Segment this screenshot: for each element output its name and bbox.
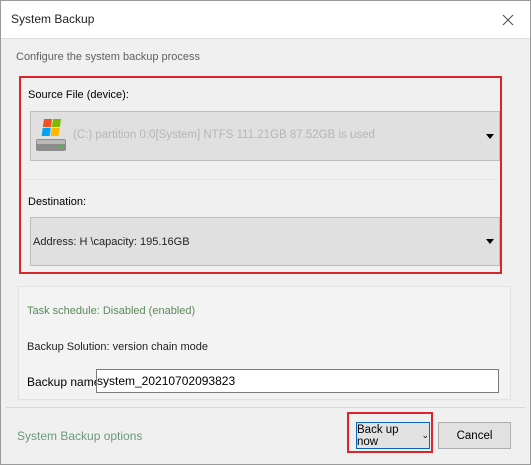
cancel-label: Cancel	[456, 429, 493, 442]
task-schedule-text[interactable]: Task schedule: Disabled (enabled)	[27, 305, 195, 317]
source-dropdown[interactable]: (C:) partition 0:0[System] NTFS 111.21GB…	[30, 111, 500, 161]
cancel-button[interactable]: Cancel	[438, 422, 511, 449]
source-label: Source File (device):	[28, 89, 129, 101]
destination-label: Destination:	[28, 196, 87, 208]
source-value: (C:) partition 0:0[System] NTFS 111.21GB…	[73, 129, 375, 141]
system-backup-options-link[interactable]: System Backup options	[17, 429, 142, 443]
destination-value: Address: H \capacity: 195.16GB	[33, 236, 190, 248]
backup-name-input[interactable]	[96, 369, 499, 393]
title-bar: System Backup	[1, 1, 530, 39]
close-button[interactable]	[495, 7, 521, 33]
backup-solution-text: Backup Solution: version chain mode	[27, 341, 208, 353]
chevron-down-icon: ⌄	[421, 430, 429, 440]
back-up-now-button[interactable]: Back up now ⌄	[356, 422, 430, 449]
system-drive-icon	[36, 119, 66, 151]
close-icon	[502, 14, 514, 26]
divider	[23, 179, 498, 180]
destination-dropdown[interactable]: Address: H \capacity: 195.16GB	[30, 217, 500, 266]
window-title: System Backup	[11, 12, 95, 26]
back-up-now-label: Back up now	[357, 423, 399, 448]
footer-divider	[6, 407, 525, 408]
dialog-subtitle: Configure the system backup process	[16, 51, 201, 63]
dropdown-arrow-icon	[486, 134, 494, 139]
system-backup-dialog: System Backup Configure the system backu…	[0, 0, 531, 465]
dropdown-arrow-icon	[486, 239, 494, 244]
backup-name-label: Backup name:	[27, 375, 104, 389]
